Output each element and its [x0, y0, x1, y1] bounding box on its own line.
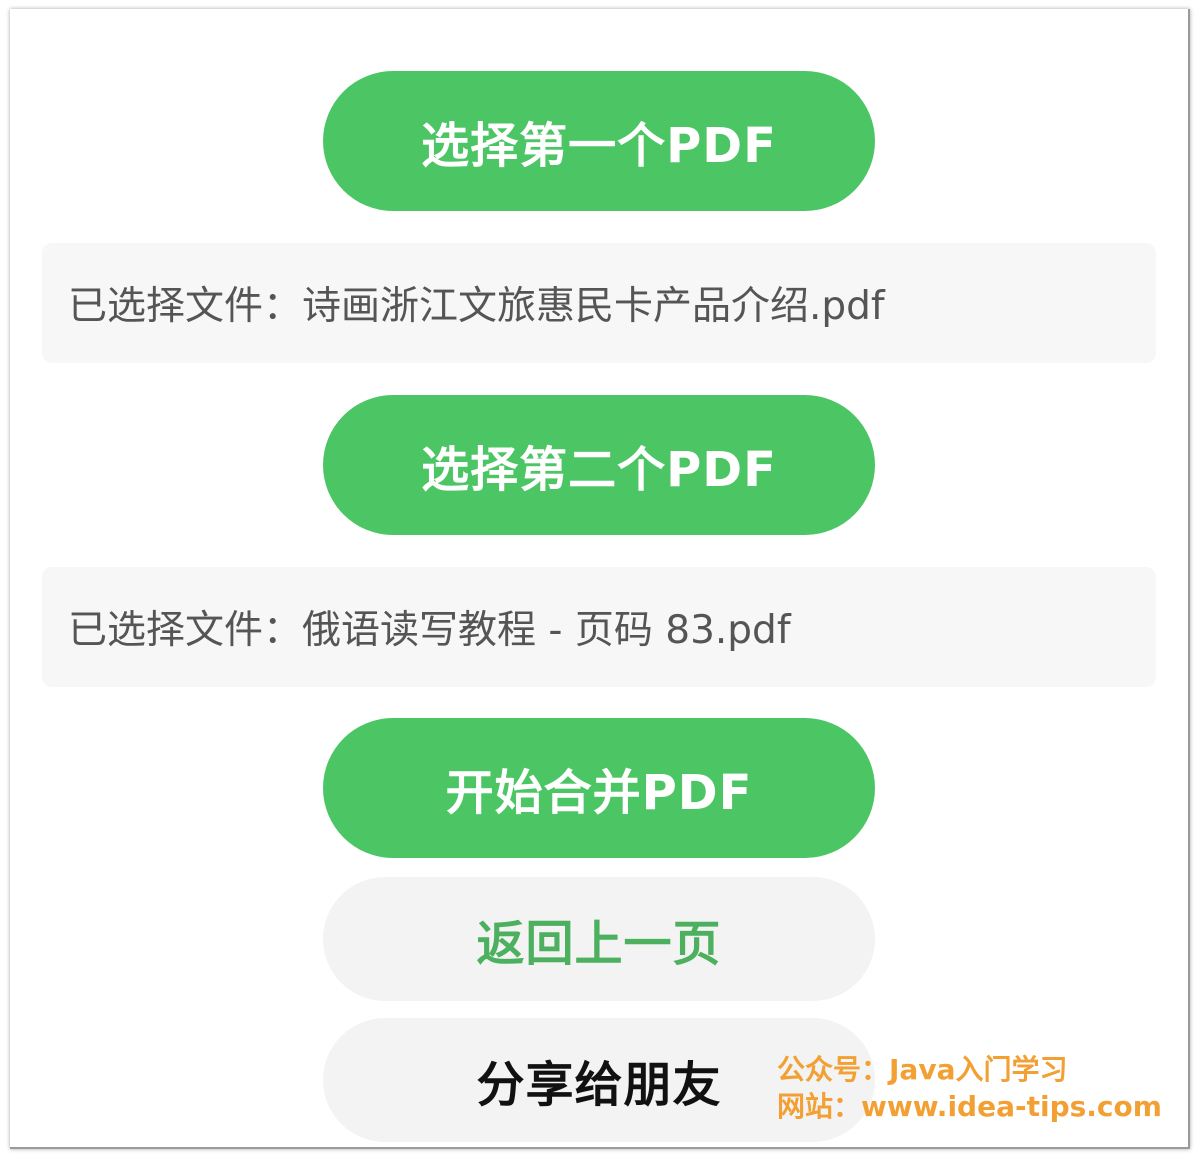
second-file-prefix: 已选择文件： — [68, 608, 303, 653]
first-file-name: 诗画浙江文旅惠民卡产品介绍.pdf — [302, 284, 885, 329]
second-file-name: 俄语读写教程 - 页码 83.pdf — [302, 608, 791, 653]
watermark-website: 网站：www.idea-tips.com — [777, 1090, 1162, 1123]
select-first-pdf-label: 选择第一个PDF — [421, 118, 777, 174]
select-second-pdf-button[interactable]: 选择第二个PDF — [323, 395, 875, 535]
back-label: 返回上一页 — [476, 916, 722, 972]
merge-pdf-button[interactable]: 开始合并PDF — [323, 718, 875, 858]
watermark-account: 公众号：Java入门学习 — [777, 1053, 1068, 1086]
select-second-pdf-label: 选择第二个PDF — [421, 442, 777, 498]
share-label: 分享给朋友 — [476, 1057, 722, 1113]
first-file-prefix: 已选择文件： — [68, 284, 303, 329]
second-file-display: 已选择文件： 俄语读写教程 - 页码 83.pdf — [42, 567, 1156, 687]
back-button[interactable]: 返回上一页 — [323, 877, 875, 1001]
select-first-pdf-button[interactable]: 选择第一个PDF — [323, 71, 875, 211]
first-file-display: 已选择文件： 诗画浙江文旅惠民卡产品介绍.pdf — [42, 243, 1156, 363]
merge-pdf-label: 开始合并PDF — [445, 765, 753, 821]
